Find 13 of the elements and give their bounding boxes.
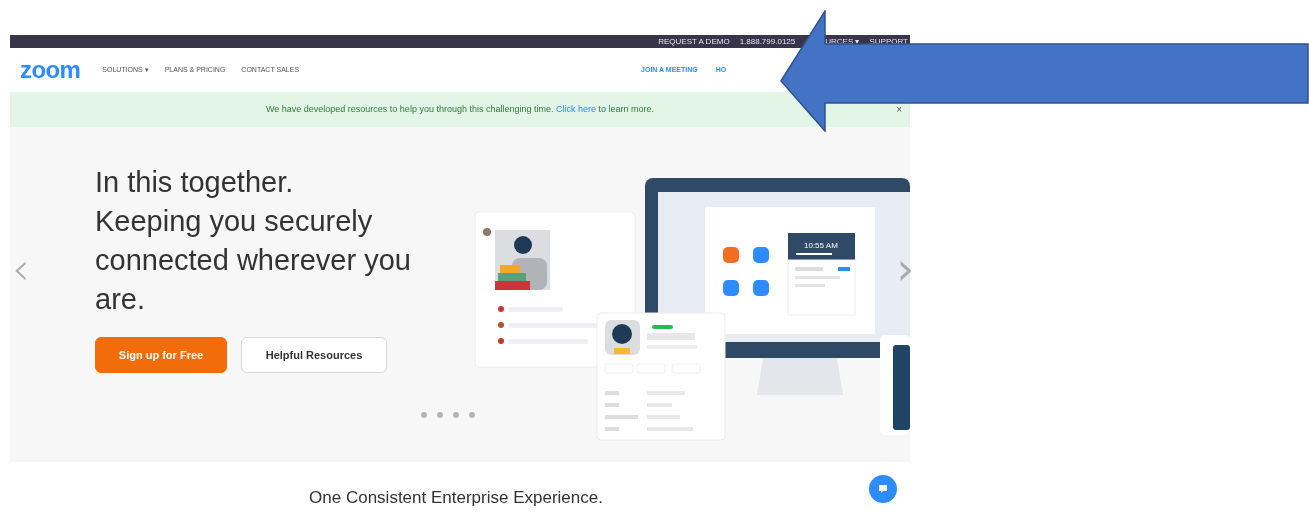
clock-time: 10:55 AM bbox=[804, 241, 838, 250]
top-bar-link[interactable]: SUPPORT bbox=[869, 36, 908, 47]
top-bar-link[interactable]: URCES ▾ bbox=[825, 36, 860, 47]
top-bar-link[interactable]: 1.888.799.0125 bbox=[739, 36, 796, 47]
chat-button[interactable] bbox=[869, 475, 897, 503]
top-bar-link[interactable]: REQUEST A DEMO bbox=[658, 36, 730, 47]
resources-button[interactable]: Helpful Resources bbox=[241, 337, 387, 373]
chat-bubble-icon bbox=[878, 484, 888, 494]
hero-headline: In this together. Keeping you securely connected wherever you are. bbox=[95, 165, 410, 317]
carousel-dots-icon[interactable] bbox=[421, 412, 475, 418]
banner-message: We have developed resources to help you through this challenging time. Click here to learn more. bbox=[265, 102, 655, 116]
close-button[interactable]: × bbox=[896, 102, 902, 117]
section-title: One Consistent Enterprise Experience. bbox=[309, 486, 603, 509]
